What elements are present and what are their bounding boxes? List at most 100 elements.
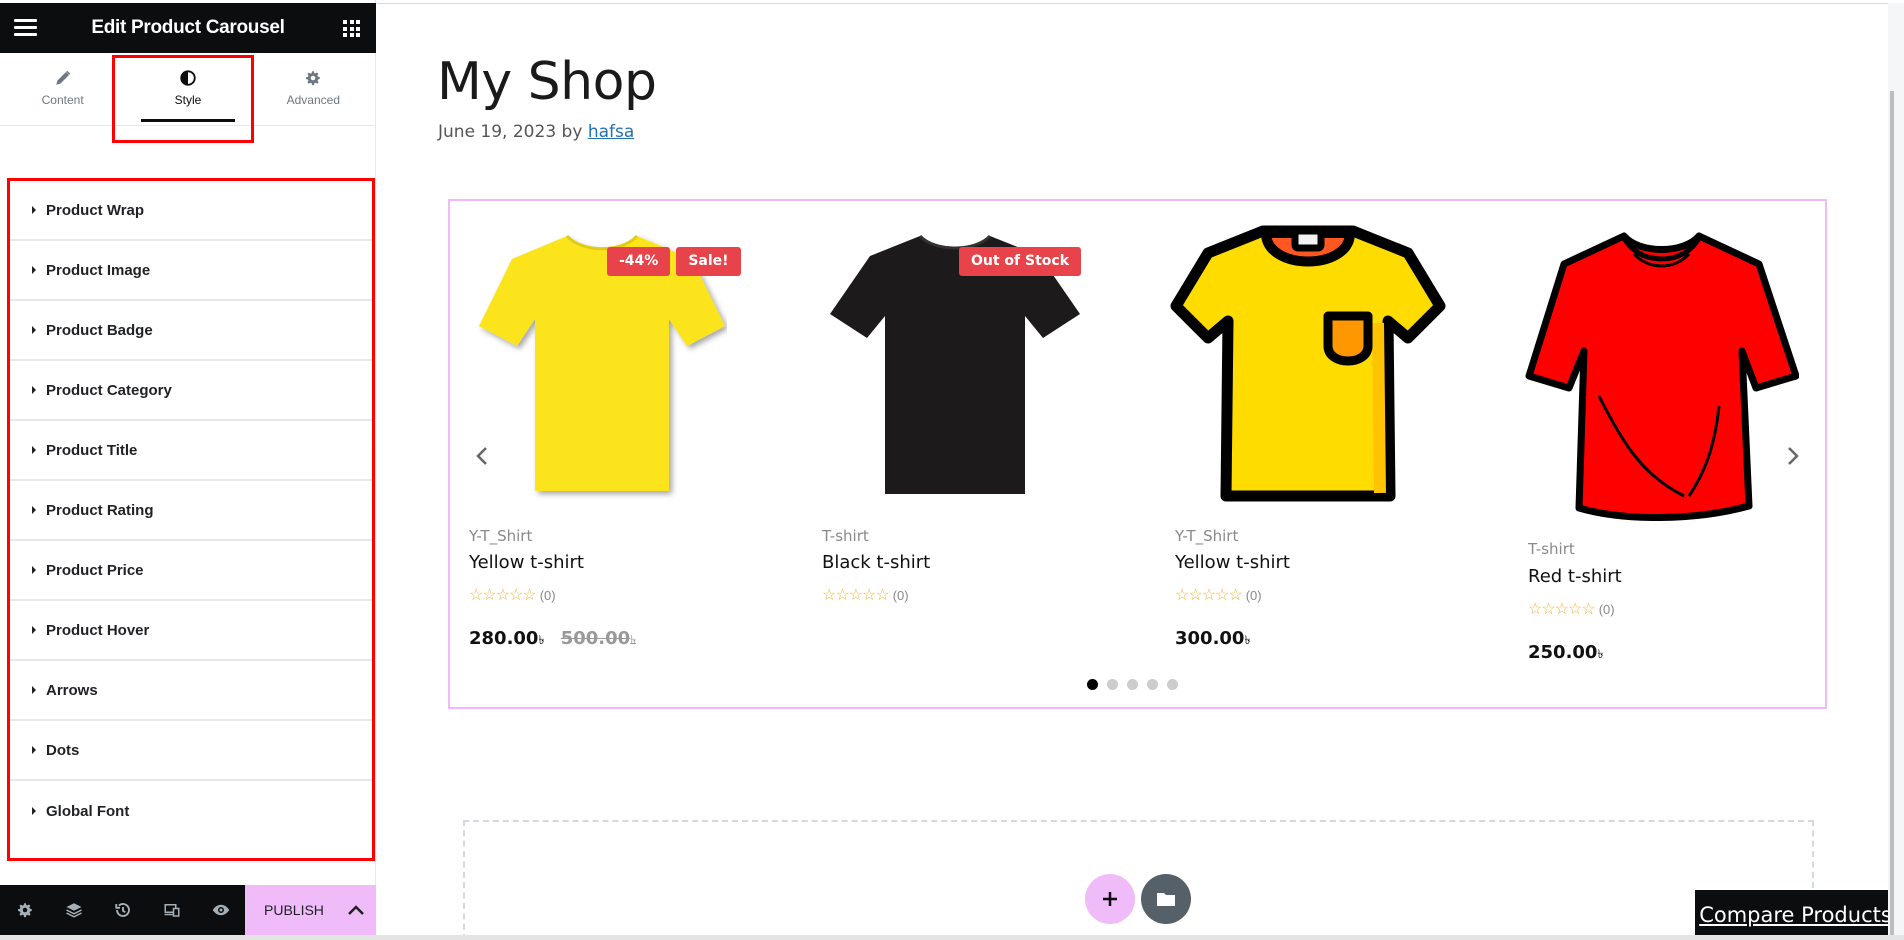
caret-right-icon	[32, 566, 36, 574]
section-label: Product Price	[46, 561, 144, 579]
product-badges: Out of Stock	[959, 247, 1082, 276]
regular-price: 500.00৳	[561, 628, 636, 649]
discount-badge: -44%	[607, 247, 671, 276]
product-title[interactable]: Red t-shirt	[1528, 566, 1622, 587]
page-title: My Shop	[437, 52, 657, 112]
settings-icon	[17, 903, 32, 918]
product-price: 250.00৳	[1528, 642, 1603, 666]
tab-style[interactable]: Style	[125, 53, 250, 125]
section-product-badge[interactable]: Product Badge	[10, 301, 372, 361]
section-product-title[interactable]: Product Title	[10, 421, 372, 481]
pencil-icon	[55, 70, 70, 85]
out-of-stock-badge: Out of Stock	[959, 247, 1082, 276]
menu-icon[interactable]	[14, 19, 37, 37]
section-product-price[interactable]: Product Price	[10, 541, 372, 601]
product-title[interactable]: Black t-shirt	[822, 552, 930, 573]
section-label: Product Image	[46, 261, 151, 279]
carousel-dot[interactable]	[1147, 679, 1158, 690]
product-category[interactable]: T-shirt	[822, 527, 869, 545]
add-template-button[interactable]	[1141, 874, 1191, 924]
section-label: Product Rating	[46, 501, 154, 519]
sale-badge: Sale!	[676, 247, 741, 276]
caret-right-icon	[32, 446, 36, 454]
section-product-rating[interactable]: Product Rating	[10, 481, 372, 541]
tab-label: Content	[41, 93, 84, 107]
history-button[interactable]	[98, 885, 147, 935]
product-title[interactable]: Yellow t-shirt	[1175, 552, 1290, 573]
product-rating: ☆☆☆☆☆ (0)	[1175, 585, 1262, 605]
product-rating: ☆☆☆☆☆ (0)	[822, 585, 909, 605]
caret-right-icon	[32, 206, 36, 214]
rating-stars: ☆☆☆☆☆	[822, 587, 890, 604]
style-sections-list: Product Wrap Product Image Product Badge…	[7, 178, 375, 861]
rating-count: (0)	[539, 587, 556, 603]
panel-header: Edit Product Carousel	[0, 3, 376, 53]
section-label: Product Category	[46, 381, 172, 399]
settings-button[interactable]	[0, 885, 49, 935]
product-image[interactable]	[1511, 216, 1811, 536]
section-product-category[interactable]: Product Category	[10, 361, 372, 421]
scrollbar-thumb[interactable]	[1890, 91, 1894, 935]
caret-right-icon	[32, 386, 36, 394]
active-tab-indicator	[141, 119, 235, 122]
canvas-scrollbar[interactable]	[1888, 3, 1904, 935]
product-price: 300.00৳	[1175, 628, 1250, 652]
tab-advanced[interactable]: Advanced	[251, 53, 376, 125]
product-rating: ☆☆☆☆☆ (0)	[1528, 599, 1615, 619]
currency-symbol: ৳	[1244, 633, 1251, 647]
preview-eye-icon	[212, 904, 229, 916]
product-image[interactable]	[1158, 216, 1458, 516]
by-label: by	[561, 122, 583, 142]
compare-products-button[interactable]: Compare Products	[1695, 890, 1888, 935]
product-category[interactable]: Y-T_Shirt	[1175, 527, 1238, 545]
carousel-dot[interactable]	[1127, 679, 1138, 690]
red-tshirt-illustration	[1525, 232, 1799, 521]
tab-label: Advanced	[286, 93, 340, 107]
currency-symbol: ৳	[630, 633, 637, 647]
section-dots[interactable]: Dots	[10, 721, 372, 781]
navigator-button[interactable]	[49, 885, 98, 935]
section-product-wrap[interactable]: Product Wrap	[10, 181, 372, 241]
product-carousel[interactable]: -44% Sale! Y-T_Shirt Yellow t-shirt ☆☆☆☆…	[448, 199, 1827, 709]
window-bottom-edge	[0, 935, 1904, 940]
section-product-image[interactable]: Product Image	[10, 241, 372, 301]
add-section-button[interactable]	[1085, 874, 1135, 924]
section-global-font[interactable]: Global Font	[10, 781, 372, 841]
caret-right-icon	[32, 746, 36, 754]
author-link[interactable]: hafsa	[588, 122, 634, 142]
carousel-dot[interactable]	[1167, 679, 1178, 690]
sale-price: 250.00	[1528, 642, 1598, 663]
carousel-dot[interactable]	[1087, 679, 1098, 690]
product-card[interactable]: -44% Sale! Y-T_Shirt Yellow t-shirt ☆☆☆☆…	[452, 216, 752, 676]
chevron-up-icon[interactable]	[346, 901, 366, 919]
panel-tabs: Content Style Advanced	[0, 53, 376, 126]
product-price: 280.00৳ 500.00৳	[469, 628, 636, 652]
product-title[interactable]: Yellow t-shirt	[469, 552, 584, 573]
publish-area: PUBLISH	[245, 885, 376, 935]
caret-right-icon	[32, 326, 36, 334]
section-arrows[interactable]: Arrows	[10, 661, 372, 721]
publish-button[interactable]: PUBLISH	[264, 902, 324, 918]
section-product-hover[interactable]: Product Hover	[10, 601, 372, 661]
responsive-mode-button[interactable]	[147, 885, 196, 935]
product-category[interactable]: Y-T_Shirt	[469, 527, 532, 545]
add-section-drop-area[interactable]	[463, 820, 1814, 935]
product-card[interactable]: Y-T_Shirt Yellow t-shirt ☆☆☆☆☆ (0) 300.0…	[1158, 216, 1458, 676]
currency-symbol: ৳	[538, 633, 545, 647]
section-label: Product Wrap	[46, 201, 145, 219]
preview-button[interactable]	[196, 885, 245, 935]
carousel-dot[interactable]	[1107, 679, 1118, 690]
rating-stars: ☆☆☆☆☆	[1528, 601, 1596, 618]
widgets-grid-icon[interactable]	[343, 20, 360, 37]
product-card[interactable]: T-shirt Red t-shirt ☆☆☆☆☆ (0) 250.00৳	[1511, 216, 1811, 676]
folder-icon	[1157, 893, 1175, 906]
product-card[interactable]: Out of Stock T-shirt Black t-shirt ☆☆☆☆☆…	[805, 216, 1105, 676]
gear-icon	[306, 71, 321, 86]
post-meta: June 19, 2023 by hafsa	[438, 122, 634, 142]
rating-count: (0)	[1598, 601, 1615, 617]
section-label: Product Title	[46, 441, 138, 459]
product-category[interactable]: T-shirt	[1528, 540, 1575, 558]
editor-panel: Edit Product Carousel Content Style Adva…	[0, 0, 376, 935]
tab-content[interactable]: Content	[0, 53, 125, 125]
preview-canvas: My Shop June 19, 2023 by hafsa -44% Sale…	[377, 3, 1888, 935]
